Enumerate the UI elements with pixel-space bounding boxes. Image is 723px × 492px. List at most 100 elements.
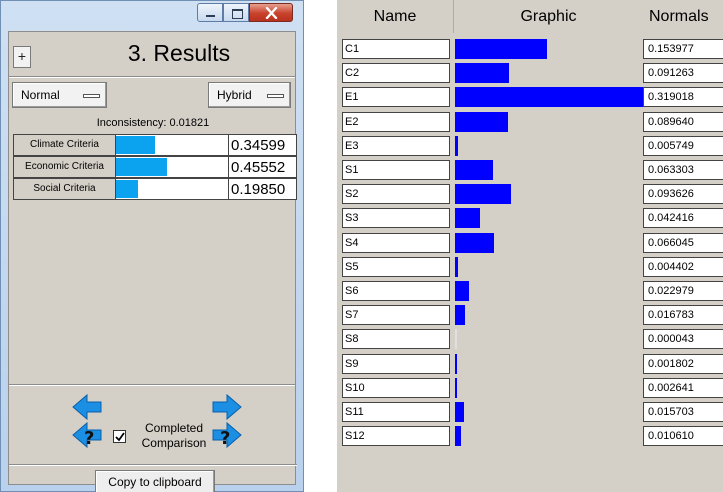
normal-value-cell[interactable]: 0.319018: [643, 87, 723, 108]
name-cell[interactable]: S7: [342, 305, 450, 326]
table-row: S6 0.022979: [337, 279, 723, 303]
graphic-bar: [455, 135, 459, 156]
criteria-weight-bar: [115, 178, 229, 200]
name-cell[interactable]: S6: [342, 281, 450, 301]
normal-value-cell[interactable]: 0.022979: [643, 281, 723, 301]
graphic-bar: [455, 329, 457, 350]
name-cell[interactable]: S5: [342, 256, 450, 277]
normal-value-cell[interactable]: 0.153977: [643, 39, 723, 59]
graphic-bar: [455, 63, 510, 84]
criteria-weight-bar: [115, 156, 229, 178]
close-icon[interactable]: [249, 3, 293, 22]
criteria-value[interactable]: 0.34599: [229, 134, 297, 156]
dropdown-indicator-icon: [267, 94, 284, 98]
criteria-weight-fill: [116, 158, 168, 176]
column-header-name: Name: [337, 0, 453, 33]
arrow-right-icon[interactable]: [211, 392, 243, 422]
completed-label-line1: Completed: [144, 421, 204, 435]
name-cell[interactable]: C2: [342, 63, 450, 84]
criteria-label: Economic Criteria: [13, 156, 115, 178]
table-row: S4 0.066045: [337, 231, 723, 255]
screen: + 3. Results Normal Hybrid Inconsistency…: [0, 0, 723, 492]
divider: [9, 464, 297, 466]
normal-value-cell[interactable]: 0.093626: [643, 184, 723, 205]
name-cell[interactable]: C1: [342, 39, 450, 59]
normal-value-cell[interactable]: 0.000043: [643, 329, 723, 350]
svg-text:?: ?: [220, 428, 230, 449]
name-cell[interactable]: S2: [342, 184, 450, 205]
name-cell[interactable]: S8: [342, 329, 450, 350]
name-cell[interactable]: S10: [342, 377, 450, 398]
name-cell[interactable]: E2: [342, 111, 450, 132]
criteria-label: Social Criteria: [13, 178, 115, 200]
arrow-left-icon[interactable]: [71, 392, 103, 422]
table-row: S7 0.016783: [337, 303, 723, 327]
graphic-bar: [455, 281, 469, 301]
inconsistency-label: Inconsistency: 0.01821: [96, 117, 210, 129]
criteria-weight-bar: [115, 134, 229, 156]
normal-value-cell[interactable]: 0.042416: [643, 208, 723, 229]
graphic-bar: [455, 305, 465, 326]
mode-dropdown-label: Normal: [21, 88, 60, 102]
graphic-bar: [455, 402, 465, 422]
name-cell[interactable]: E1: [342, 87, 450, 108]
name-cell[interactable]: E3: [342, 135, 450, 156]
criteria-value[interactable]: 0.19850: [229, 178, 297, 200]
graphic-bar: [455, 111, 509, 132]
name-cell[interactable]: S4: [342, 232, 450, 253]
normal-value-cell[interactable]: 0.002641: [643, 377, 723, 398]
table-row: S1 0.063303: [337, 158, 723, 182]
normal-value-cell[interactable]: 0.005749: [643, 135, 723, 156]
graphic-bar: [455, 184, 511, 205]
normal-value-cell[interactable]: 0.016783: [643, 305, 723, 326]
criteria-row: Social Criteria 0.19850: [13, 178, 297, 200]
name-cell[interactable]: S12: [342, 426, 450, 447]
completed-comparison-checkbox[interactable]: [113, 430, 126, 443]
normal-value-cell[interactable]: 0.066045: [643, 232, 723, 253]
graphic-bar: [455, 208, 481, 229]
comparison-navigation: ? Completed Comparison ? Copy to clipboa…: [9, 386, 297, 492]
name-cell[interactable]: S11: [342, 402, 450, 422]
completed-comparison-label: Completed Comparison: [129, 421, 219, 451]
criteria-value[interactable]: 0.45552: [229, 156, 297, 178]
table-row: S2 0.093626: [337, 182, 723, 206]
column-header-graphic: Graphic: [453, 0, 643, 33]
copy-to-clipboard-button[interactable]: Copy to clipboard: [95, 470, 215, 492]
maximize-icon[interactable]: [223, 3, 249, 22]
table-row: E1 0.319018: [337, 85, 723, 109]
name-cell[interactable]: S9: [342, 353, 450, 374]
criteria-weight-fill: [116, 136, 155, 154]
normals-table: Name Graphic Normals C1 0.153977 C2 0.09126…: [337, 0, 723, 492]
column-header-normals: Normals: [643, 0, 723, 33]
table-row: E2 0.089640: [337, 110, 723, 134]
normal-value-cell[interactable]: 0.063303: [643, 160, 723, 180]
graphic-bar: [455, 39, 547, 59]
normal-value-cell[interactable]: 0.089640: [643, 111, 723, 132]
table-row: S8 0.000043: [337, 327, 723, 351]
table-row: E3 0.005749: [337, 134, 723, 158]
criteria-row: Climate Criteria 0.34599: [13, 134, 297, 156]
help-arrow-right-icon[interactable]: ?: [211, 420, 243, 450]
normal-value-cell[interactable]: 0.001802: [643, 353, 723, 374]
help-arrow-left-icon[interactable]: ?: [71, 420, 103, 450]
criteria-table: Climate Criteria 0.34599 Economic Criteria…: [13, 134, 297, 200]
criteria-weight-fill: [116, 180, 139, 198]
minimize-icon[interactable]: [197, 3, 223, 22]
expand-button[interactable]: +: [13, 46, 31, 68]
table-row: S5 0.004402: [337, 255, 723, 279]
mode-dropdown[interactable]: Normal: [12, 82, 107, 108]
normal-value-cell[interactable]: 0.015703: [643, 402, 723, 422]
table-row: C1 0.153977: [337, 37, 723, 61]
dropdown-indicator-icon: [83, 94, 100, 98]
results-client-area: + 3. Results Normal Hybrid Inconsistency…: [8, 31, 297, 492]
method-dropdown[interactable]: Hybrid: [208, 82, 291, 108]
graphic-bar: [455, 256, 458, 277]
table-row: S9 0.001802: [337, 352, 723, 376]
name-cell[interactable]: S3: [342, 208, 450, 229]
name-cell[interactable]: S1: [342, 160, 450, 180]
normal-value-cell[interactable]: 0.010610: [643, 426, 723, 447]
title-bar[interactable]: [1, 1, 303, 31]
normal-value-cell[interactable]: 0.091263: [643, 63, 723, 84]
graphic-bar: [455, 160, 493, 180]
normal-value-cell[interactable]: 0.004402: [643, 256, 723, 277]
